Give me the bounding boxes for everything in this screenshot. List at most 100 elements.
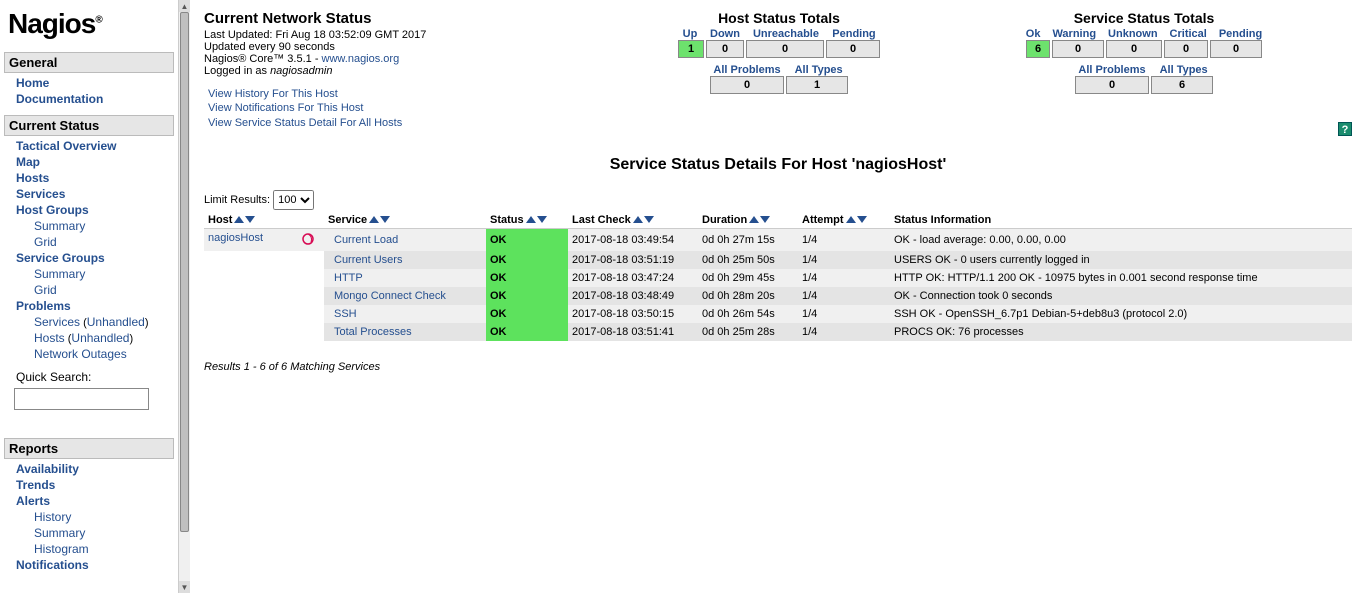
total-value[interactable]: 0 [826,40,880,58]
sort-down-icon[interactable] [644,216,654,223]
sidebar-scrollbar[interactable]: ▲ ▼ [178,0,190,593]
cell-last_check: 2017-08-18 03:47:24 [568,269,698,287]
nav-item-service-groups[interactable]: Service Groups [16,251,105,265]
nav-item-host-groups[interactable]: Host Groups [16,203,89,217]
service-link[interactable]: Current Load [328,234,398,246]
column-header-service[interactable]: Service [324,212,486,229]
cell-duration: 0d 0h 27m 15s [698,228,798,251]
column-header-last-check[interactable]: Last Check [568,212,698,229]
sort-down-icon[interactable] [537,216,547,223]
nav-item-grid[interactable]: Grid [34,235,57,249]
sort-up-icon[interactable] [526,216,536,223]
service-link[interactable]: Mongo Connect Check [328,290,446,302]
total-header-pending[interactable]: Pending [1213,28,1268,40]
nav-report-alerts[interactable]: Alerts [16,494,50,508]
view-all-hosts-link[interactable]: View Service Status Detail For All Hosts [208,116,594,130]
nav-report-availability[interactable]: Availability [16,462,79,476]
sort-up-icon[interactable] [369,216,379,223]
total-header-all-problems[interactable]: All Problems [1072,64,1151,76]
view-notifications-link[interactable]: View Notifications For This Host [208,101,594,115]
nav-item-hosts[interactable]: Hosts [34,331,65,345]
sort-down-icon[interactable] [380,216,390,223]
total-value[interactable]: 0 [1210,40,1262,58]
nagios-org-link[interactable]: www.nagios.org [322,53,400,65]
total-header-down[interactable]: Down [704,28,746,40]
nav-item-problems[interactable]: Problems [16,299,71,313]
total-value[interactable]: 0 [1075,76,1149,94]
service-link[interactable]: Total Processes [328,326,412,338]
nav-item-tactical-overview[interactable]: Tactical Overview [16,139,117,153]
nav-item-services[interactable]: Services [16,187,65,201]
total-header-warning[interactable]: Warning [1046,28,1102,40]
nav-report-histogram[interactable]: Histogram [34,542,89,556]
total-value[interactable]: 0 [746,40,824,58]
sort-up-icon[interactable] [234,216,244,223]
sort-up-icon[interactable] [749,216,759,223]
host-totals-title: Host Status Totals [624,10,934,26]
total-header-all-problems[interactable]: All Problems [707,64,786,76]
scrollbar-thumb[interactable] [180,12,189,532]
table-row: HTTPOK2017-08-18 03:47:240d 0h 29m 45s1/… [204,269,1352,287]
quick-search-input[interactable] [14,388,149,410]
service-link[interactable]: Current Users [328,254,402,266]
scroll-up-icon[interactable]: ▲ [179,0,190,12]
help-icon[interactable]: ? [1338,122,1352,136]
sort-up-icon[interactable] [846,216,856,223]
total-value[interactable]: 0 [710,76,784,94]
total-value[interactable]: 0 [1052,40,1104,58]
column-header-status-information: Status Information [890,212,1352,229]
nav-report-notifications[interactable]: Notifications [16,558,89,572]
logged-in-label: Logged in as [204,65,270,77]
nav-report-trends[interactable]: Trends [16,478,55,492]
service-link[interactable]: SSH [328,308,357,320]
sort-down-icon[interactable] [857,216,867,223]
nav-unhandled-11[interactable]: Unhandled [87,315,145,329]
sort-up-icon[interactable] [633,216,643,223]
total-header-ok[interactable]: Ok [1020,28,1047,40]
total-header-up[interactable]: Up [676,28,704,40]
column-header-attempt[interactable]: Attempt [798,212,890,229]
table-row: nagiosHostCurrent LoadOK2017-08-18 03:49… [204,228,1352,251]
total-value[interactable]: 1 [678,40,704,58]
nav-item-services[interactable]: Services [34,315,80,329]
total-header-critical[interactable]: Critical [1164,28,1213,40]
sort-down-icon[interactable] [760,216,770,223]
nav-report-history[interactable]: History [34,510,71,524]
nav-item-summary[interactable]: Summary [34,267,85,281]
cell-info: HTTP OK: HTTP/1.1 200 OK - 10975 bytes i… [890,269,1352,287]
service-link[interactable]: HTTP [328,272,363,284]
nav-item-summary[interactable]: Summary [34,219,85,233]
view-history-link[interactable]: View History For This Host [208,87,594,101]
total-header-all-types[interactable]: All Types [787,64,851,76]
total-value[interactable]: 0 [1106,40,1162,58]
total-header-all-types[interactable]: All Types [1152,64,1216,76]
column-header-status[interactable]: Status [486,212,568,229]
nav-report-summary[interactable]: Summary [34,526,85,540]
column-header-host[interactable]: Host [204,212,324,229]
limit-results-select[interactable]: 100 [273,190,314,210]
cell-info: OK - load average: 0.00, 0.00, 0.00 [890,228,1352,251]
total-header-pending[interactable]: Pending [826,28,882,40]
nav-documentation[interactable]: Documentation [16,92,103,106]
total-header-unreachable[interactable]: Unreachable [746,28,826,40]
total-value[interactable]: 6 [1026,40,1050,58]
cell-duration: 0d 0h 26m 54s [698,305,798,323]
nav-unhandled-12[interactable]: Unhandled [71,331,129,345]
total-value[interactable]: 0 [706,40,744,58]
nav-item-hosts[interactable]: Hosts [16,171,49,185]
sort-down-icon[interactable] [245,216,255,223]
scroll-down-icon[interactable]: ▼ [179,581,190,593]
nav-item-grid[interactable]: Grid [34,283,57,297]
total-value[interactable]: 0 [1164,40,1208,58]
nav-item-map[interactable]: Map [16,155,40,169]
column-header-duration[interactable]: Duration [698,212,798,229]
total-value[interactable]: 6 [1151,76,1213,94]
nav-home[interactable]: Home [16,76,49,90]
cell-duration: 0d 0h 25m 28s [698,323,798,341]
total-header-unknown[interactable]: Unknown [1102,28,1164,40]
host-link[interactable]: nagiosHost [208,232,263,244]
status-cell: OK [486,228,568,251]
cell-info: OK - Connection took 0 seconds [890,287,1352,305]
total-value[interactable]: 1 [786,76,848,94]
nav-item-network-outages[interactable]: Network Outages [34,347,127,361]
